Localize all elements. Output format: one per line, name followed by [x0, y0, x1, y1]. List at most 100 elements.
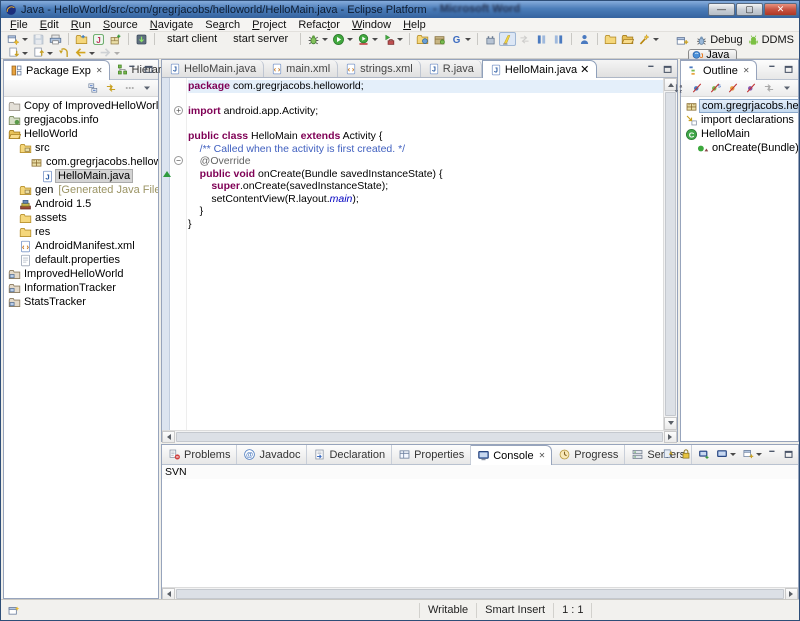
- editor-vertical-scrollbar[interactable]: [663, 78, 677, 430]
- window-minimize-button[interactable]: —: [708, 3, 735, 16]
- close-icon[interactable]: ✕: [580, 63, 589, 76]
- hide-fields-button[interactable]: [689, 81, 705, 95]
- show-source-1-button[interactable]: [533, 32, 550, 46]
- debug-button[interactable]: [305, 32, 330, 46]
- dropdown-arrow-icon[interactable]: [114, 52, 120, 58]
- tree-item-res[interactable]: res: [4, 225, 158, 239]
- open-console-new-button[interactable]: [696, 447, 712, 461]
- new-android-project-button[interactable]: [107, 32, 124, 46]
- external-tools-button[interactable]: [380, 32, 405, 46]
- close-icon[interactable]: ✕: [743, 66, 750, 75]
- android-sdk-button[interactable]: [133, 32, 150, 46]
- start-client-button[interactable]: start client: [159, 32, 225, 46]
- back-button[interactable]: [72, 46, 97, 60]
- editor-tab-hellomain-java-4[interactable]: JHelloMain.java✕: [482, 60, 597, 78]
- tree-item-statstracker[interactable]: StatsTracker: [4, 295, 158, 309]
- dropdown-arrow-icon[interactable]: [730, 453, 736, 459]
- print-button[interactable]: [47, 32, 64, 46]
- tree-item-androidmanifest-xml[interactable]: AndroidManifest.xml: [4, 239, 158, 253]
- previous-annotation-button[interactable]: [30, 46, 55, 60]
- dropdown-arrow-icon[interactable]: [465, 38, 471, 44]
- open-resource-button[interactable]: [602, 32, 619, 46]
- tree-item-com-gregrjacobs-helloworld[interactable]: com.gregrjacobs.helloworld: [4, 155, 158, 169]
- dropdown-arrow-icon[interactable]: [22, 52, 28, 58]
- tree-item-default-properties[interactable]: default.properties: [4, 253, 158, 267]
- console-tab-console[interactable]: Console✕: [471, 445, 552, 465]
- tree-item-com-gregrjacobs-helloworld[interactable]: com.gregrjacobs.helloworld: [681, 99, 798, 113]
- quick-fix-button[interactable]: [636, 32, 661, 46]
- menu-window[interactable]: Window: [346, 19, 397, 31]
- run-button[interactable]: [330, 32, 355, 46]
- scrollbar-thumb[interactable]: [176, 589, 784, 599]
- run-coverage-button[interactable]: [355, 32, 380, 46]
- perspective-debug-button[interactable]: Debug: [695, 34, 742, 47]
- package-explorer-tab-package-exp[interactable]: Package Exp✕: [4, 60, 110, 80]
- tree-item-hellomain[interactable]: CHelloMain: [681, 127, 798, 141]
- dropdown-arrow-icon[interactable]: [47, 52, 53, 58]
- editor-body[interactable]: +− package com.gregrjacobs.helloworld;im…: [162, 78, 677, 430]
- console-tab-properties[interactable]: Properties: [392, 445, 471, 464]
- menu-help[interactable]: Help: [397, 19, 432, 31]
- sort-button[interactable]: az: [671, 81, 687, 95]
- scrollbar-thumb[interactable]: [665, 92, 676, 416]
- save-button[interactable]: [30, 32, 47, 46]
- tree-item-oncreate-bundle-[interactable]: onCreate(Bundle) :: [681, 141, 798, 155]
- fold-expand-icon[interactable]: +: [174, 106, 183, 115]
- editor-tab-main-xml-1[interactable]: main.xml: [264, 60, 338, 77]
- menu-file[interactable]: File: [4, 19, 34, 31]
- new-web-client-button[interactable]: [414, 32, 431, 46]
- collapse-all-button[interactable]: [85, 81, 101, 95]
- console-tab-javadoc[interactable]: @Javadoc: [237, 445, 307, 464]
- mark-occurrences-button[interactable]: [499, 32, 516, 46]
- editor-tab-hellomain-java-0[interactable]: JHelloMain.java: [162, 60, 264, 77]
- fast-view-icon[interactable]: [7, 604, 20, 617]
- tree-item-android-1-5[interactable]: Android 1.5: [4, 197, 158, 211]
- window-close-button[interactable]: ✕: [764, 3, 797, 16]
- close-icon[interactable]: ✕: [539, 451, 546, 460]
- dropdown-arrow-icon[interactable]: [322, 38, 328, 44]
- next-annotation-button[interactable]: [5, 46, 30, 60]
- code-area[interactable]: package com.gregrjacobs.helloworld;impor…: [188, 78, 663, 430]
- console-tab-progress[interactable]: Progress: [552, 445, 625, 464]
- tree-item-assets[interactable]: assets: [4, 211, 158, 225]
- tree-item-src[interactable]: src: [4, 141, 158, 155]
- maximize-editor-button[interactable]: [661, 62, 675, 76]
- pin-console-button[interactable]: [660, 447, 676, 461]
- hide-static-button[interactable]: S: [707, 81, 723, 95]
- perspective-ddms-button[interactable]: DDMS: [747, 34, 794, 47]
- link-dim-button[interactable]: [761, 81, 777, 95]
- open-perspective-button[interactable]: [674, 33, 691, 47]
- hide-local-types-button[interactable]: [743, 81, 759, 95]
- tree-item-improvedhelloworld[interactable]: ImprovedHelloWorld: [4, 267, 158, 281]
- new-console-view-button[interactable]: [740, 447, 764, 461]
- minimize-view-button[interactable]: [766, 447, 780, 461]
- tree-item-hellomain-java[interactable]: JHelloMain.java: [4, 169, 158, 183]
- open-type-button[interactable]: [73, 32, 90, 46]
- show-source-2-button[interactable]: [550, 32, 567, 46]
- maximize-view-button[interactable]: [782, 447, 796, 461]
- scrollbar-thumb[interactable]: [176, 432, 663, 442]
- dropdown-arrow-icon[interactable]: [347, 38, 353, 44]
- dropdown-arrow-icon[interactable]: [89, 52, 95, 58]
- window-maximize-button[interactable]: ▢: [736, 3, 763, 16]
- last-edit-location-button[interactable]: [55, 46, 72, 60]
- dropdown-arrow-icon[interactable]: [372, 38, 378, 44]
- minimize-view-button[interactable]: [126, 62, 140, 76]
- tree-item-informationtracker[interactable]: InformationTracker: [4, 281, 158, 295]
- console-body[interactable]: SVN: [162, 465, 798, 587]
- menu-navigate[interactable]: Navigate: [144, 19, 199, 31]
- close-icon[interactable]: ✕: [96, 66, 103, 75]
- menu-source[interactable]: Source: [97, 19, 144, 31]
- user-button[interactable]: [576, 32, 593, 46]
- dropdown-arrow-icon[interactable]: [22, 38, 28, 44]
- maximize-view-button[interactable]: [782, 62, 796, 76]
- hide-non-public-button[interactable]: [725, 81, 741, 95]
- chevron-down-button[interactable]: [139, 81, 155, 95]
- maximize-view-button[interactable]: [142, 62, 156, 76]
- forward-button[interactable]: [97, 46, 122, 60]
- tree-item-gen[interactable]: gen[Generated Java Files]: [4, 183, 158, 197]
- junit-button[interactable]: J: [90, 32, 107, 46]
- dropdown-arrow-icon[interactable]: [397, 38, 403, 44]
- editor-tab-r-java-3[interactable]: JR.java: [421, 60, 482, 77]
- console-tab-declaration[interactable]: Declaration: [307, 445, 392, 464]
